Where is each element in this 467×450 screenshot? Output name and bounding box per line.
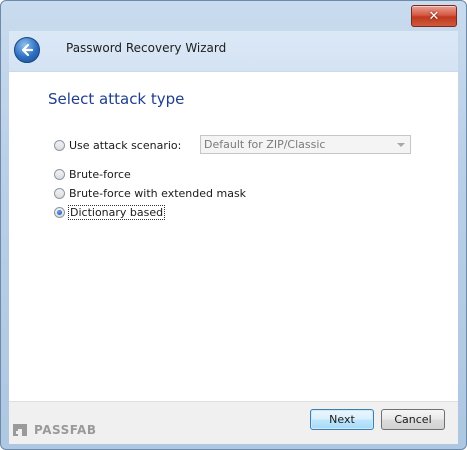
back-button[interactable]: [14, 37, 40, 63]
chevron-down-icon[interactable]: [397, 143, 405, 147]
close-button[interactable]: ✕: [411, 5, 457, 27]
radio-label: Use attack scenario:: [69, 139, 182, 152]
radio-label: Dictionary based: [67, 205, 166, 220]
radio-button[interactable]: [54, 188, 65, 199]
radio-dictionary-based[interactable]: Dictionary based: [54, 205, 166, 220]
cancel-button[interactable]: Cancel: [381, 409, 445, 430]
passfab-watermark: PASSFAB: [12, 422, 96, 438]
select-value: Default for ZIP/Classic: [204, 138, 326, 151]
next-button[interactable]: Next: [310, 409, 374, 430]
wizard-footer: Next Cancel PASSFAB: [9, 401, 458, 444]
radio-button[interactable]: [54, 169, 65, 180]
radio-brute-force-extended-mask[interactable]: Brute-force with extended mask: [54, 187, 246, 200]
close-icon: ✕: [428, 8, 440, 24]
radio-use-attack-scenario[interactable]: Use attack scenario:: [54, 139, 181, 152]
wizard-header: Password Recovery Wizard: [9, 31, 458, 71]
passfab-logo-icon: [13, 424, 27, 436]
radio-button[interactable]: [54, 207, 65, 218]
wizard-window: ✕ Password Recovery Wizard Select attack…: [0, 0, 467, 450]
watermark-text: PASSFAB: [34, 423, 97, 437]
radio-brute-force[interactable]: Brute-force: [54, 168, 131, 181]
radio-label: Brute-force: [69, 168, 131, 181]
page-title: Select attack type: [48, 90, 185, 108]
radio-label: Brute-force with extended mask: [69, 187, 247, 200]
wizard-content: Select attack type Use attack scenario: …: [9, 71, 458, 402]
window-title: Password Recovery Wizard: [66, 41, 227, 55]
attack-scenario-select[interactable]: Default for ZIP/Classic: [200, 135, 411, 154]
radio-button[interactable]: [54, 140, 65, 151]
back-arrow-icon: [21, 43, 34, 57]
